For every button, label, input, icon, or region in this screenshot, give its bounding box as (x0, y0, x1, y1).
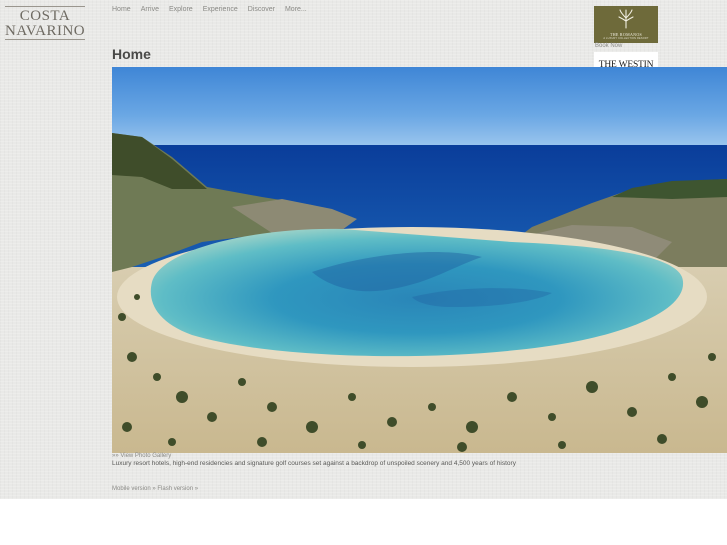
hero-photo[interactable] (112, 67, 727, 453)
nav-item-experience[interactable]: Experience (203, 6, 238, 13)
tagline: Luxury resort hotels, high-end residenci… (112, 460, 516, 467)
logo-line-2: NAVARINO (5, 23, 86, 39)
page-background: COSTA NAVARINO Home Arrive Explore Exper… (0, 0, 727, 499)
nav-item-more[interactable]: More... (285, 6, 307, 13)
bay-landscape-illustration (112, 67, 727, 453)
nav-item-explore[interactable]: Explore (169, 6, 193, 13)
flash-version-link[interactable]: Flash version » (157, 486, 198, 492)
version-links: Mobile version » Flash version » (112, 486, 198, 492)
nav-item-home[interactable]: Home (112, 6, 131, 13)
view-photo-gallery-link[interactable]: »» View Photo Gallery (112, 453, 171, 459)
romanos-emblem-icon (618, 9, 634, 29)
nav-item-discover[interactable]: Discover (248, 6, 275, 13)
page-title: Home (112, 46, 151, 62)
costa-navarino-logo[interactable]: COSTA NAVARINO (5, 6, 85, 40)
main-nav: Home Arrive Explore Experience Discover … (112, 6, 317, 13)
nav-item-arrive[interactable]: Arrive (141, 6, 159, 13)
logo-line-1: COSTA (19, 8, 71, 24)
book-now-link[interactable]: Book Now (595, 43, 622, 49)
mobile-version-link[interactable]: Mobile version » (112, 486, 156, 492)
romanos-subtitle: A LUXURY COLLECTION RESORT (603, 37, 649, 40)
romanos-brand-link[interactable]: THE ROMANOS A LUXURY COLLECTION RESORT (594, 6, 658, 43)
